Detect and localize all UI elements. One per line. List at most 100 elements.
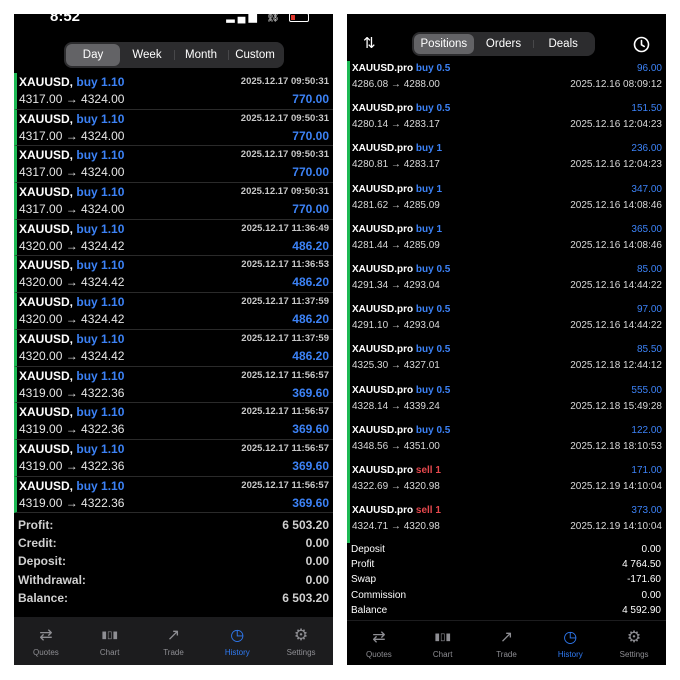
position-row[interactable]: XAUUSD.pro buy 0.5 151.50 4280.14 → 4283.1… — [347, 101, 666, 142]
deal-row[interactable]: XAUUSD, buy 1.10 2025.12.17 11:56:57 4319.… — [14, 476, 333, 514]
tab-orders[interactable]: Orders — [474, 34, 534, 54]
position-row[interactable]: XAUUSD.pro sell 1 373.00 4324.71 → 4320.98… — [347, 503, 666, 544]
position-row[interactable]: XAUUSD.pro buy 1 347.00 4281.62 → 4285.09 2… — [347, 181, 666, 222]
position-row[interactable]: XAUUSD.pro buy 0.5 97.00 4291.10 → 4293.04… — [347, 302, 666, 343]
tab-quotes[interactable]: ⇄ Quotes — [347, 621, 411, 665]
deal-profit: 770.00 — [292, 128, 329, 143]
deal-row[interactable]: XAUUSD, buy 1.10 2025.12.17 11:36:53 4320.… — [14, 256, 333, 294]
position-row[interactable]: XAUUSD.pro buy 0.5 555.00 4328.14 → 4339.2… — [347, 382, 666, 423]
history-icon: ◷ — [230, 626, 245, 644]
position-row[interactable]: XAUUSD.pro buy 0.5 122.00 4348.56 → 4351.0… — [347, 422, 666, 463]
tab-trade[interactable]: ↗ Trade — [142, 617, 206, 665]
deal-row[interactable]: XAUUSD, buy 1.10 2025.12.17 11:36:49 4320.… — [14, 219, 333, 257]
position-action: buy 0.5 — [415, 344, 451, 356]
position-profit: 85.00 — [636, 263, 662, 275]
summary-value: 0.00 — [641, 544, 661, 555]
position-row[interactable]: XAUUSD.pro buy 0.5 96.00 4286.08 → 4288.00… — [347, 61, 666, 102]
symbol-text: XAUUSD, — [19, 221, 74, 236]
tab-deals[interactable]: Deals — [533, 34, 593, 54]
deal-prices: 4319.00 → 4322.36 — [19, 385, 125, 400]
deal-row[interactable]: XAUUSD, buy 1.10 2025.12.17 09:50:31 4317.… — [14, 109, 333, 147]
position-row[interactable]: XAUUSD.pro buy 0.5 85.50 4325.30 → 4327.01… — [347, 342, 666, 383]
tab-quotes[interactable]: ⇄ Quotes — [14, 617, 78, 665]
tab-settings[interactable]: ⚙ Settings — [269, 617, 333, 665]
symbol-text: XAUUSD, — [19, 111, 74, 126]
position-profit: 151.50 — [631, 103, 662, 115]
deal-row[interactable]: XAUUSD, buy 1.10 2025.12.17 11:37:59 4320.… — [14, 329, 333, 367]
deal-action: buy 1.10 — [76, 331, 125, 346]
summary-label: Balance — [351, 604, 388, 616]
tab-week[interactable]: Week — [120, 44, 174, 66]
position-symbol: XAUUSD.pro buy 0.5 — [352, 344, 450, 355]
symbol-text: XAUUSD.pro — [352, 63, 414, 74]
deal-row[interactable]: XAUUSD, buy 1.10 2025.12.17 11:56:57 4319.… — [14, 366, 333, 404]
deal-row[interactable]: XAUUSD, buy 1.10 2025.12.17 09:50:31 4317.… — [14, 146, 333, 184]
tab-history[interactable]: ◷ History — [205, 617, 269, 665]
position-datetime: 2025.12.16 14:08:46 — [570, 199, 662, 211]
tab-chart[interactable]: ▮▯▮ Chart — [411, 621, 475, 665]
deal-profit: 369.60 — [292, 495, 329, 510]
position-row[interactable]: XAUUSD.pro buy 1 365.00 4281.44 → 4285.09 2… — [347, 221, 666, 262]
deal-symbol: XAUUSD, buy 1.10 — [19, 258, 124, 272]
deal-prices: 4320.00 → 4324.42 — [19, 312, 125, 327]
deal-row[interactable]: XAUUSD, buy 1.10 2025.12.17 09:50:31 4317.… — [14, 73, 333, 110]
deal-symbol: XAUUSD, buy 1.10 — [19, 369, 124, 383]
account-summary: Deposit 0.00 Profit 4 764.50 Swap -171.60 Comm… — [347, 543, 666, 619]
clock-icon[interactable] — [633, 36, 650, 53]
position-profit: 236.00 — [631, 143, 662, 155]
deal-row[interactable]: XAUUSD, buy 1.10 2025.12.17 11:56:57 4319.… — [14, 403, 333, 440]
position-prices: 4348.56 → 4351.00 — [352, 440, 440, 452]
position-datetime: 2025.12.18 12:44:12 — [570, 360, 662, 372]
deal-symbol: XAUUSD, buy 1.10 — [19, 222, 124, 236]
position-row[interactable]: XAUUSD.pro buy 0.5 85.00 4291.34 → 4293.04… — [347, 261, 666, 303]
chart-icon: ▮▯▮ — [101, 629, 118, 641]
deal-action: buy 1.10 — [76, 441, 125, 456]
deal-row[interactable]: XAUUSD, buy 1.10 2025.12.17 11:56:57 4319.… — [14, 439, 333, 477]
deal-prices: 4319.00 → 4322.36 — [19, 422, 125, 437]
position-action: sell 1 — [415, 464, 441, 476]
summary-label: Profit: — [18, 518, 54, 532]
position-prices: 4325.30 → 4327.01 — [352, 360, 440, 372]
symbol-text: XAUUSD, — [19, 441, 74, 456]
tab-label: History — [557, 649, 583, 659]
position-list: XAUUSD.pro buy 0.5 96.00 4286.08 → 4288.00… — [347, 61, 666, 544]
deal-symbol: XAUUSD, buy 1.10 — [19, 442, 124, 456]
tab-custom[interactable]: Custom — [228, 44, 282, 66]
tab-trade[interactable]: ↗ Trade — [475, 621, 539, 665]
deal-symbol: XAUUSD, buy 1.10 — [19, 332, 124, 346]
history-icon: ◷ — [563, 628, 578, 646]
position-prices: 4324.71 → 4320.98 — [352, 521, 440, 533]
chart-icon: ▮▯▮ — [434, 631, 451, 643]
position-datetime: 2025.12.18 15:49:28 — [570, 400, 662, 412]
summary-value: 0.00 — [305, 572, 329, 587]
position-symbol: XAUUSD.pro buy 1 — [352, 184, 442, 195]
status-bar: 8:52 ▂▄▆ ⛓ — [14, 14, 333, 28]
position-row[interactable]: XAUUSD.pro buy 1 236.00 4280.81 → 4283.17 2… — [347, 141, 666, 182]
symbol-text: XAUUSD, — [19, 75, 74, 89]
settings-icon: ⚙ — [626, 628, 642, 646]
deal-row[interactable]: XAUUSD, buy 1.10 2025.12.17 09:50:31 4317.… — [14, 183, 333, 220]
sort-icon[interactable]: ⇅ — [363, 34, 376, 52]
summary-row: Balance 4 592.90 — [347, 604, 666, 619]
deal-row[interactable]: XAUUSD, buy 1.10 2025.12.17 11:37:59 4320.… — [14, 293, 333, 330]
position-prices: 4280.14 → 4283.17 — [352, 119, 440, 131]
summary-value: 6 503.20 — [282, 518, 329, 532]
summary-label: Commission — [351, 589, 407, 601]
deal-prices: 4319.00 → 4322.36 — [19, 458, 125, 473]
summary-row: Swap -171.60 — [347, 573, 666, 588]
position-row[interactable]: XAUUSD.pro sell 1 171.00 4322.69 → 4320.98… — [347, 462, 666, 504]
tab-chart[interactable]: ▮▯▮ Chart — [78, 617, 142, 665]
tab-day[interactable]: Day — [66, 44, 120, 66]
position-symbol: XAUUSD.pro buy 1 — [352, 224, 442, 235]
tab-settings[interactable]: ⚙ Settings — [602, 621, 666, 665]
position-profit: 365.00 — [631, 223, 662, 235]
position-datetime: 2025.12.16 14:08:46 — [570, 239, 662, 251]
summary-label: Balance: — [18, 590, 69, 605]
deal-action: buy 1.10 — [76, 405, 125, 420]
position-action: buy 0.5 — [415, 263, 451, 275]
tab-history[interactable]: ◷ History — [538, 621, 602, 665]
deal-profit: 770.00 — [292, 165, 329, 180]
tab-positions[interactable]: Positions — [414, 34, 474, 54]
tab-month[interactable]: Month — [174, 44, 228, 66]
position-symbol: XAUUSD.pro buy 0.5 — [352, 304, 450, 315]
